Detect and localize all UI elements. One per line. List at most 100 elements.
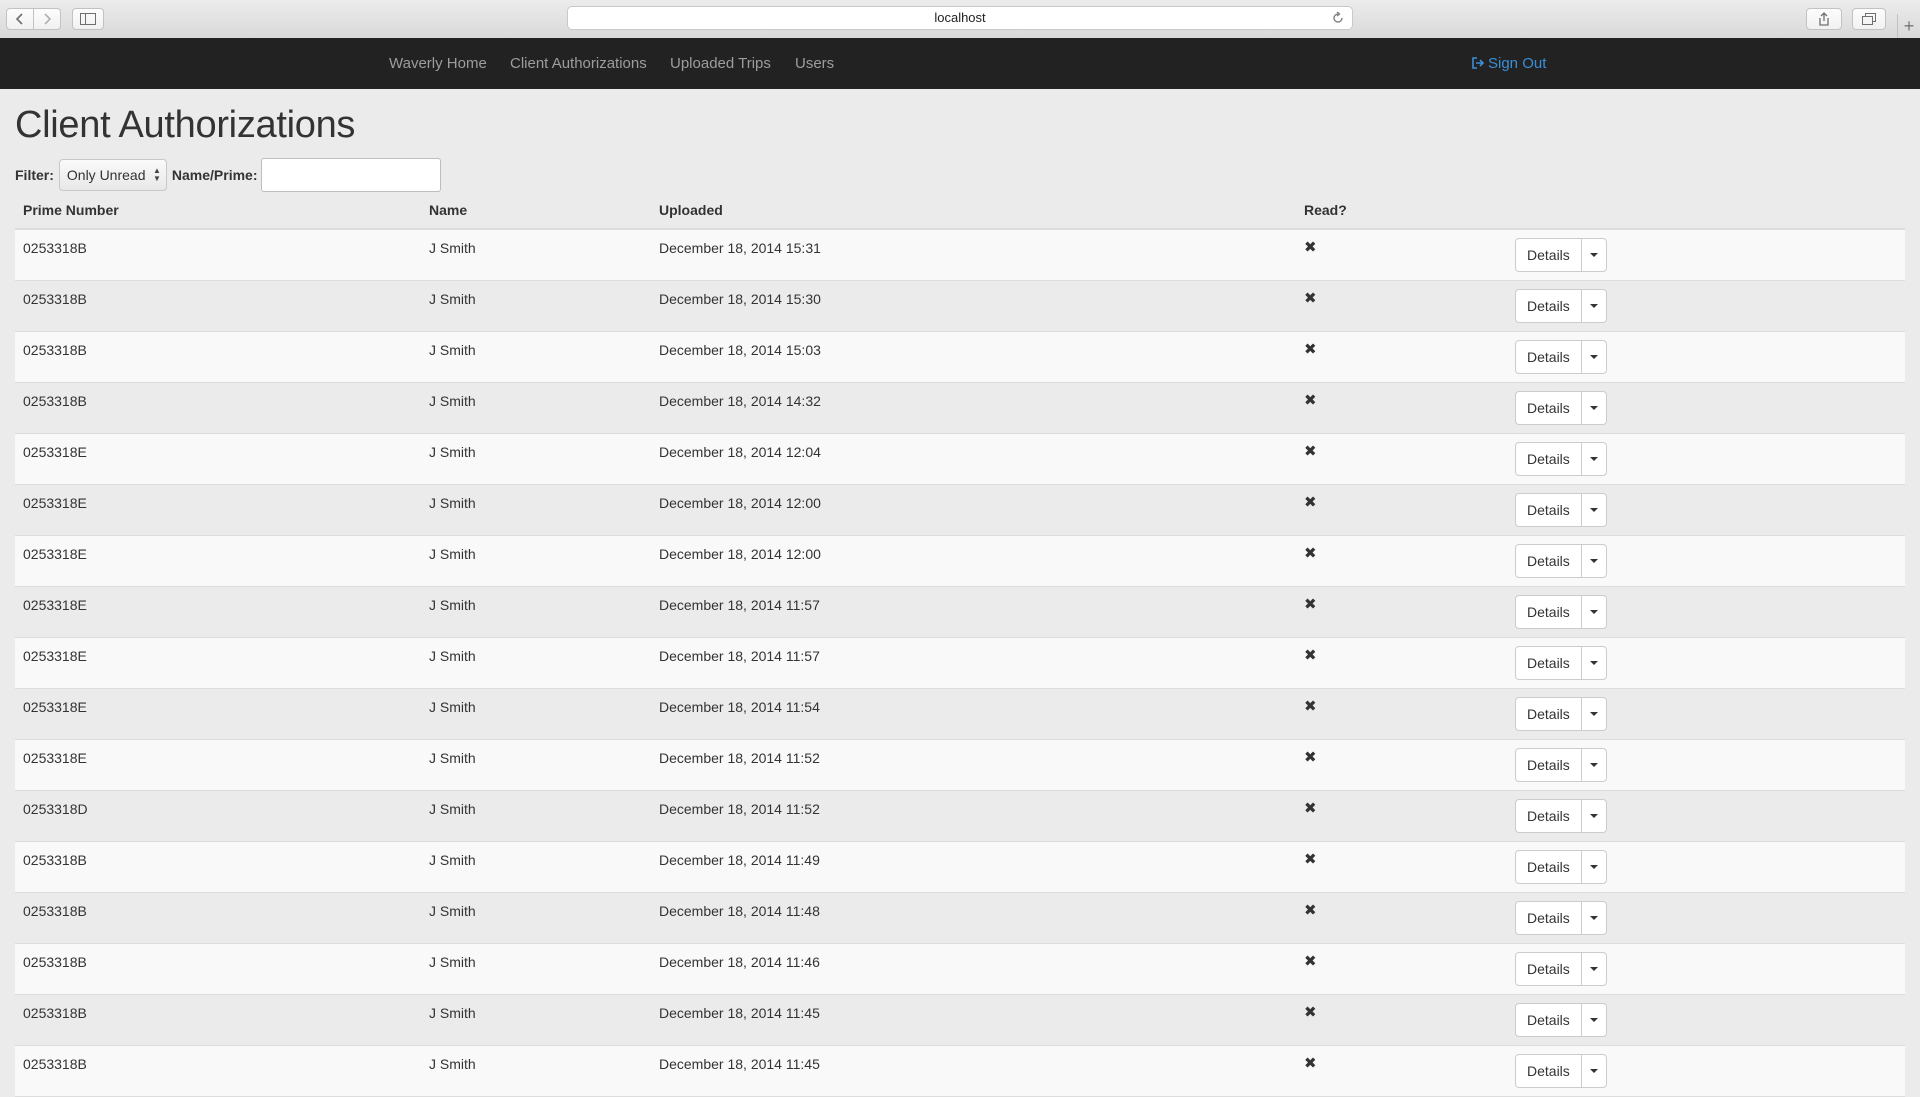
unread-x-icon: ✖: [1304, 494, 1317, 511]
actions-dropdown-toggle[interactable]: [1580, 901, 1607, 935]
forward-button[interactable]: [33, 8, 61, 30]
actions-dropdown-toggle[interactable]: [1580, 238, 1607, 272]
top-navbar: Waverly Home Client Authorizations Uploa…: [0, 38, 1920, 89]
details-button[interactable]: Details: [1515, 238, 1582, 272]
cell-prime-number: 0253318E: [23, 648, 87, 664]
details-button[interactable]: Details: [1515, 646, 1582, 680]
details-button[interactable]: Details: [1515, 1003, 1582, 1037]
cell-uploaded: December 18, 2014 11:45: [659, 1056, 820, 1072]
table-row: 0253318B J Smith December 18, 2014 15:31 ✖ D…: [15, 230, 1905, 281]
table-row: 0253318B J Smith December 18, 2014 14:32 ✖ D…: [15, 383, 1905, 434]
details-button[interactable]: Details: [1515, 340, 1582, 374]
back-button[interactable]: [6, 8, 34, 30]
details-button[interactable]: Details: [1515, 289, 1582, 323]
new-tab-button[interactable]: +: [1897, 14, 1920, 38]
row-actions: Details: [1515, 1054, 1607, 1088]
name-prime-input[interactable]: [261, 158, 442, 192]
cell-name: J Smith: [429, 342, 476, 358]
table-row: 0253318B J Smith December 18, 2014 15:03 ✖ D…: [15, 332, 1905, 383]
table-row: 0253318E J Smith December 18, 2014 11:52 ✖ D…: [15, 740, 1905, 791]
address-bar[interactable]: localhost: [567, 6, 1353, 30]
actions-dropdown-toggle[interactable]: [1580, 697, 1607, 731]
nav-uploaded-trips[interactable]: Uploaded Trips: [670, 38, 771, 89]
actions-dropdown-toggle[interactable]: [1580, 493, 1607, 527]
details-button[interactable]: Details: [1515, 595, 1582, 629]
tabs-overview-button[interactable]: [1852, 8, 1886, 30]
details-button[interactable]: Details: [1515, 1054, 1582, 1088]
row-actions: Details: [1515, 544, 1607, 578]
actions-dropdown-toggle[interactable]: [1580, 340, 1607, 374]
caret-down-icon: [1589, 763, 1598, 767]
cell-uploaded: December 18, 2014 11:45: [659, 1005, 820, 1021]
actions-dropdown-toggle[interactable]: [1580, 442, 1607, 476]
caret-down-icon: [1589, 253, 1598, 257]
actions-dropdown-toggle[interactable]: [1580, 748, 1607, 782]
chevron-right-icon: [44, 13, 52, 25]
caret-down-icon: [1589, 1069, 1598, 1073]
table-row: 0253318E J Smith December 18, 2014 11:57 ✖ D…: [15, 587, 1905, 638]
actions-dropdown-toggle[interactable]: [1580, 646, 1607, 680]
actions-dropdown-toggle[interactable]: [1580, 544, 1607, 578]
sign-out-link[interactable]: Sign Out: [1471, 38, 1546, 89]
caret-down-icon: [1589, 1018, 1598, 1022]
details-button[interactable]: Details: [1515, 493, 1582, 527]
nav-users[interactable]: Users: [795, 38, 834, 89]
table-row: 0253318B J Smith December 18, 2014 11:45 ✖ D…: [15, 995, 1905, 1046]
actions-dropdown-toggle[interactable]: [1580, 391, 1607, 425]
row-actions: Details: [1515, 901, 1607, 935]
cell-name: J Smith: [429, 444, 476, 460]
caret-down-icon: [1589, 814, 1598, 818]
cell-prime-number: 0253318E: [23, 495, 87, 511]
actions-dropdown-toggle[interactable]: [1580, 1003, 1607, 1037]
cell-uploaded: December 18, 2014 12:00: [659, 495, 821, 511]
actions-dropdown-toggle[interactable]: [1580, 952, 1607, 986]
nav-client-authorizations[interactable]: Client Authorizations: [510, 38, 647, 89]
cell-uploaded: December 18, 2014 11:54: [659, 699, 820, 715]
header-uploaded: Uploaded: [659, 202, 723, 218]
actions-dropdown-toggle[interactable]: [1580, 1054, 1607, 1088]
caret-down-icon: [1589, 457, 1598, 461]
cell-name: J Smith: [429, 393, 476, 409]
details-button[interactable]: Details: [1515, 850, 1582, 884]
details-button[interactable]: Details: [1515, 748, 1582, 782]
details-button[interactable]: Details: [1515, 697, 1582, 731]
header-read: Read?: [1304, 202, 1347, 218]
cell-prime-number: 0253318B: [23, 903, 87, 919]
details-button[interactable]: Details: [1515, 391, 1582, 425]
actions-dropdown-toggle[interactable]: [1580, 799, 1607, 833]
caret-down-icon: [1589, 661, 1598, 665]
cell-uploaded: December 18, 2014 14:32: [659, 393, 821, 409]
details-button[interactable]: Details: [1515, 952, 1582, 986]
filter-select[interactable]: Only Unread ▲ ▼: [58, 159, 167, 191]
sign-out-label: Sign Out: [1488, 55, 1547, 72]
actions-dropdown-toggle[interactable]: [1580, 850, 1607, 884]
actions-dropdown-toggle[interactable]: [1580, 595, 1607, 629]
nav-waverly-home[interactable]: Waverly Home: [389, 38, 487, 89]
table-row: 0253318E J Smith December 18, 2014 12:04 ✖ D…: [15, 434, 1905, 485]
cell-prime-number: 0253318E: [23, 750, 87, 766]
cell-name: J Smith: [429, 852, 476, 868]
actions-dropdown-toggle[interactable]: [1580, 289, 1607, 323]
sidebar-toggle-button[interactable]: [72, 8, 104, 30]
filter-select-value: Only Unread: [66, 167, 146, 183]
details-button[interactable]: Details: [1515, 799, 1582, 833]
page-title: Client Authorizations: [15, 104, 356, 146]
row-actions: Details: [1515, 238, 1607, 272]
cell-prime-number: 0253318D: [23, 801, 88, 817]
table-row: 0253318E J Smith December 18, 2014 12:00 ✖ D…: [15, 536, 1905, 587]
reload-icon[interactable]: [1332, 10, 1344, 32]
cell-name: J Smith: [429, 699, 476, 715]
caret-down-icon: [1589, 916, 1598, 920]
cell-uploaded: December 18, 2014 11:57: [659, 597, 820, 613]
details-button[interactable]: Details: [1515, 442, 1582, 476]
cell-uploaded: December 18, 2014 15:30: [659, 291, 821, 307]
cell-prime-number: 0253318B: [23, 342, 87, 358]
caret-down-icon: [1589, 355, 1598, 359]
share-button[interactable]: [1806, 8, 1842, 30]
details-button[interactable]: Details: [1515, 901, 1582, 935]
cell-name: J Smith: [429, 546, 476, 562]
table-row: 0253318B J Smith December 18, 2014 11:49 ✖ D…: [15, 842, 1905, 893]
cell-prime-number: 0253318E: [23, 546, 87, 562]
cell-prime-number: 0253318B: [23, 240, 87, 256]
details-button[interactable]: Details: [1515, 544, 1582, 578]
